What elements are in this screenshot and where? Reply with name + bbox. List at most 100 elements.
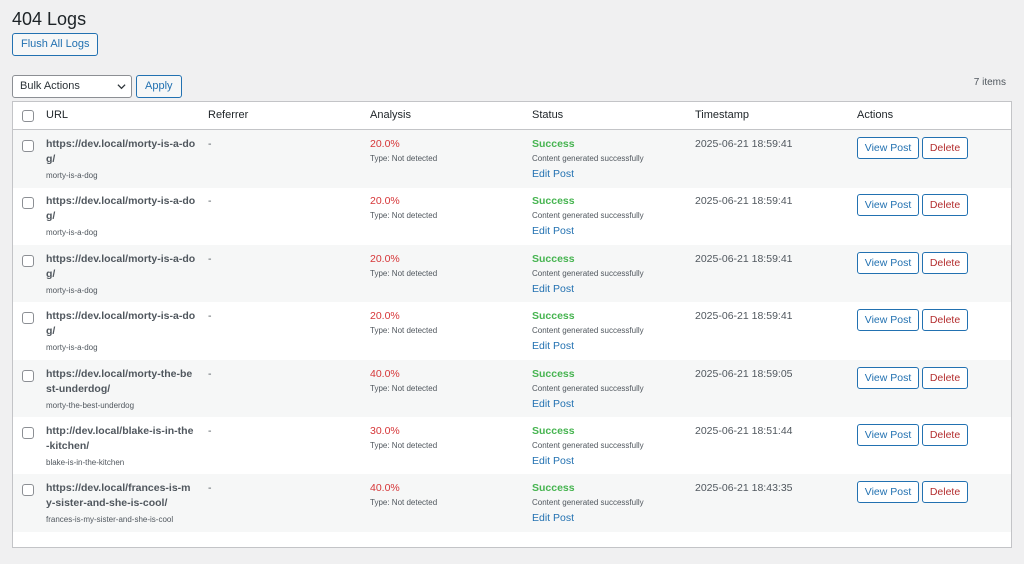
delete-button[interactable]: Delete bbox=[922, 366, 968, 389]
referrer-value: - bbox=[208, 482, 212, 495]
edit-post-link[interactable]: Edit Post bbox=[532, 225, 574, 237]
status-badge: Success bbox=[532, 195, 575, 208]
items-count: 7 items bbox=[973, 77, 1006, 88]
table-row: https://dev.local/frances-is-my-sister-a… bbox=[13, 474, 1011, 532]
analysis-type: Type: Not detected bbox=[370, 498, 438, 508]
referrer-value: - bbox=[208, 252, 212, 265]
analysis-type: Type: Not detected bbox=[370, 383, 438, 393]
edit-post-link[interactable]: Edit Post bbox=[532, 398, 574, 410]
bulk-actions-select[interactable]: Bulk Actions bbox=[12, 75, 132, 98]
timestamp-value: 2025-06-21 18:59:41 bbox=[695, 138, 793, 150]
view-post-button[interactable]: View Post bbox=[857, 251, 919, 274]
edit-post-link[interactable]: Edit Post bbox=[532, 283, 574, 295]
column-header-analysis: Analysis bbox=[370, 109, 411, 121]
table-row: https://dev.local/morty-is-a-dog/morty-i… bbox=[13, 130, 1011, 188]
table-row: https://dev.local/morty-is-a-dog/morty-i… bbox=[13, 187, 1011, 245]
referrer-value: - bbox=[208, 138, 212, 150]
timestamp-value: 2025-06-21 18:43:35 bbox=[695, 482, 793, 495]
view-post-button[interactable]: View Post bbox=[857, 481, 919, 504]
status-badge: Success bbox=[532, 482, 575, 495]
url-cell: https://dev.local/frances-is-my-sister-a… bbox=[46, 481, 196, 527]
log-url: https://dev.local/frances-is-my-sister-a… bbox=[46, 482, 191, 510]
view-post-button[interactable]: View Post bbox=[857, 194, 919, 217]
analysis-percentage: 20.0% bbox=[370, 138, 400, 150]
url-cell: https://dev.local/morty-the-best-underdo… bbox=[46, 367, 196, 413]
select-all-checkbox[interactable] bbox=[22, 110, 34, 122]
url-slug: morty-is-a-dog bbox=[46, 285, 98, 295]
analysis-percentage: 20.0% bbox=[370, 310, 400, 323]
delete-button[interactable]: Delete bbox=[922, 194, 968, 217]
url-slug: morty-is-a-dog bbox=[46, 228, 98, 238]
url-cell: http://dev.local/blake-is-in-the-kitchen… bbox=[46, 424, 196, 470]
analysis-type: Type: Not detected bbox=[370, 211, 438, 221]
edit-post-link[interactable]: Edit Post bbox=[532, 168, 574, 180]
bulk-actions-selected: Bulk Actions bbox=[20, 80, 80, 92]
table-row: http://dev.local/blake-is-in-the-kitchen… bbox=[13, 417, 1011, 475]
status-message: Content generated successfully bbox=[532, 383, 644, 393]
view-post-button[interactable]: View Post bbox=[857, 137, 919, 159]
delete-button[interactable]: Delete bbox=[922, 137, 968, 159]
page-title: 404 Logs bbox=[12, 9, 87, 29]
url-cell: https://dev.local/morty-is-a-dog/morty-i… bbox=[46, 309, 196, 355]
status-message: Content generated successfully bbox=[532, 154, 644, 163]
status-message: Content generated successfully bbox=[532, 498, 644, 508]
timestamp-value: 2025-06-21 18:59:05 bbox=[695, 367, 793, 380]
table-row: https://dev.local/morty-the-best-underdo… bbox=[13, 359, 1011, 418]
logs-table: URL Referrer Analysis Status Timestamp A… bbox=[12, 101, 1012, 548]
edit-post-link[interactable]: Edit Post bbox=[532, 455, 574, 467]
log-url: https://dev.local/morty-is-a-dog/ bbox=[46, 310, 196, 338]
column-header-status: Status bbox=[532, 109, 564, 121]
delete-button[interactable]: Delete bbox=[922, 251, 968, 274]
log-url: https://dev.local/morty-is-a-dog/ bbox=[46, 138, 196, 165]
timestamp-value: 2025-06-21 18:59:41 bbox=[695, 252, 793, 265]
url-slug: morty-is-a-dog bbox=[46, 343, 98, 353]
url-cell: https://dev.local/morty-is-a-dog/morty-i… bbox=[46, 137, 196, 183]
delete-button[interactable]: Delete bbox=[922, 424, 968, 446]
url-cell: https://dev.local/morty-is-a-dog/morty-i… bbox=[46, 252, 196, 298]
status-message: Content generated successfully bbox=[532, 268, 644, 278]
column-header-timestamp[interactable]: Timestamp bbox=[695, 109, 749, 121]
timestamp-value: 2025-06-21 18:51:44 bbox=[695, 425, 793, 437]
analysis-percentage: 30.0% bbox=[370, 425, 400, 437]
url-slug: frances-is-my-sister-and-she-is-cool bbox=[46, 515, 174, 525]
column-header-url[interactable]: URL bbox=[46, 109, 68, 121]
analysis-percentage: 40.0% bbox=[370, 482, 400, 495]
referrer-value: - bbox=[208, 195, 212, 208]
referrer-value: - bbox=[208, 425, 212, 437]
flush-all-logs-button[interactable]: Flush All Logs bbox=[12, 33, 99, 56]
status-badge: Success bbox=[532, 310, 575, 323]
view-post-button[interactable]: View Post bbox=[857, 366, 919, 389]
log-url: http://dev.local/blake-is-in-the-kitchen… bbox=[46, 425, 194, 452]
apply-button[interactable]: Apply bbox=[136, 75, 182, 98]
view-post-button[interactable]: View Post bbox=[857, 424, 919, 446]
row-checkbox[interactable] bbox=[22, 369, 34, 382]
table-row: https://dev.local/morty-is-a-dog/morty-i… bbox=[13, 244, 1011, 303]
status-message: Content generated successfully bbox=[532, 211, 644, 221]
row-checkbox[interactable] bbox=[22, 197, 34, 210]
analysis-type: Type: Not detected bbox=[370, 268, 438, 278]
tablenav-top: Bulk Actions Apply 7 items bbox=[12, 75, 1012, 99]
status-badge: Success bbox=[532, 425, 575, 437]
chevron-down-icon bbox=[117, 84, 126, 90]
edit-post-link[interactable]: Edit Post bbox=[532, 340, 574, 352]
analysis-percentage: 20.0% bbox=[370, 195, 400, 208]
row-checkbox[interactable] bbox=[22, 312, 34, 325]
edit-post-link[interactable]: Edit Post bbox=[532, 512, 574, 524]
analysis-percentage: 40.0% bbox=[370, 367, 400, 380]
analysis-type: Type: Not detected bbox=[370, 154, 438, 163]
view-post-button[interactable]: View Post bbox=[857, 309, 919, 332]
row-checkbox[interactable] bbox=[22, 484, 34, 497]
analysis-type: Type: Not detected bbox=[370, 326, 438, 336]
status-message: Content generated successfully bbox=[532, 326, 644, 336]
timestamp-value: 2025-06-21 18:59:41 bbox=[695, 195, 793, 208]
row-checkbox[interactable] bbox=[22, 254, 34, 267]
url-slug: morty-the-best-underdog bbox=[46, 400, 135, 410]
row-checkbox[interactable] bbox=[22, 140, 34, 152]
row-checkbox[interactable] bbox=[22, 427, 34, 439]
timestamp-value: 2025-06-21 18:59:41 bbox=[695, 310, 793, 323]
column-header-actions: Actions bbox=[857, 109, 894, 121]
log-url: https://dev.local/morty-is-a-dog/ bbox=[46, 252, 196, 280]
delete-button[interactable]: Delete bbox=[922, 481, 968, 504]
column-header-referrer: Referrer bbox=[208, 109, 249, 121]
delete-button[interactable]: Delete bbox=[922, 309, 968, 332]
